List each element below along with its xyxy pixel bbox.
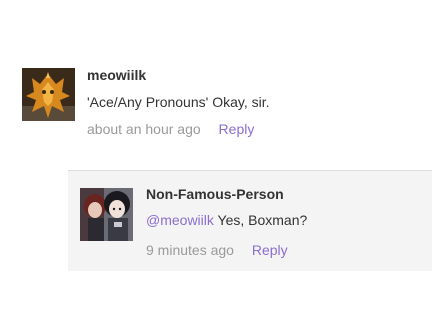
comment-text: 'Ace/Any Pronouns' Okay, sir.: [87, 94, 270, 110]
comment-meta: about an hour ago Reply: [87, 121, 254, 137]
comment-text: @meowiilk Yes, Boxman?: [146, 212, 307, 228]
reply-link[interactable]: Reply: [252, 242, 288, 258]
comment-username[interactable]: meowiilk: [87, 67, 146, 83]
dark-haired-character-avatar-icon[interactable]: [80, 188, 133, 241]
user-mention-link[interactable]: @meowiilk: [146, 212, 214, 228]
reply-comment: Non-Famous-Person @meowiilk Yes, Boxman?…: [68, 170, 432, 271]
comment-meta: 9 minutes ago Reply: [146, 242, 288, 258]
comment-timestamp[interactable]: 9 minutes ago: [146, 242, 234, 258]
comment-timestamp[interactable]: about an hour ago: [87, 121, 201, 137]
reply-link[interactable]: Reply: [219, 121, 255, 137]
comment: meowiilk 'Ace/Any Pronouns' Okay, sir. a…: [0, 60, 432, 160]
comment-username[interactable]: Non-Famous-Person: [146, 186, 284, 202]
comment-text-content: Yes, Boxman?: [213, 212, 308, 228]
orange-creature-avatar-icon[interactable]: [22, 68, 75, 121]
